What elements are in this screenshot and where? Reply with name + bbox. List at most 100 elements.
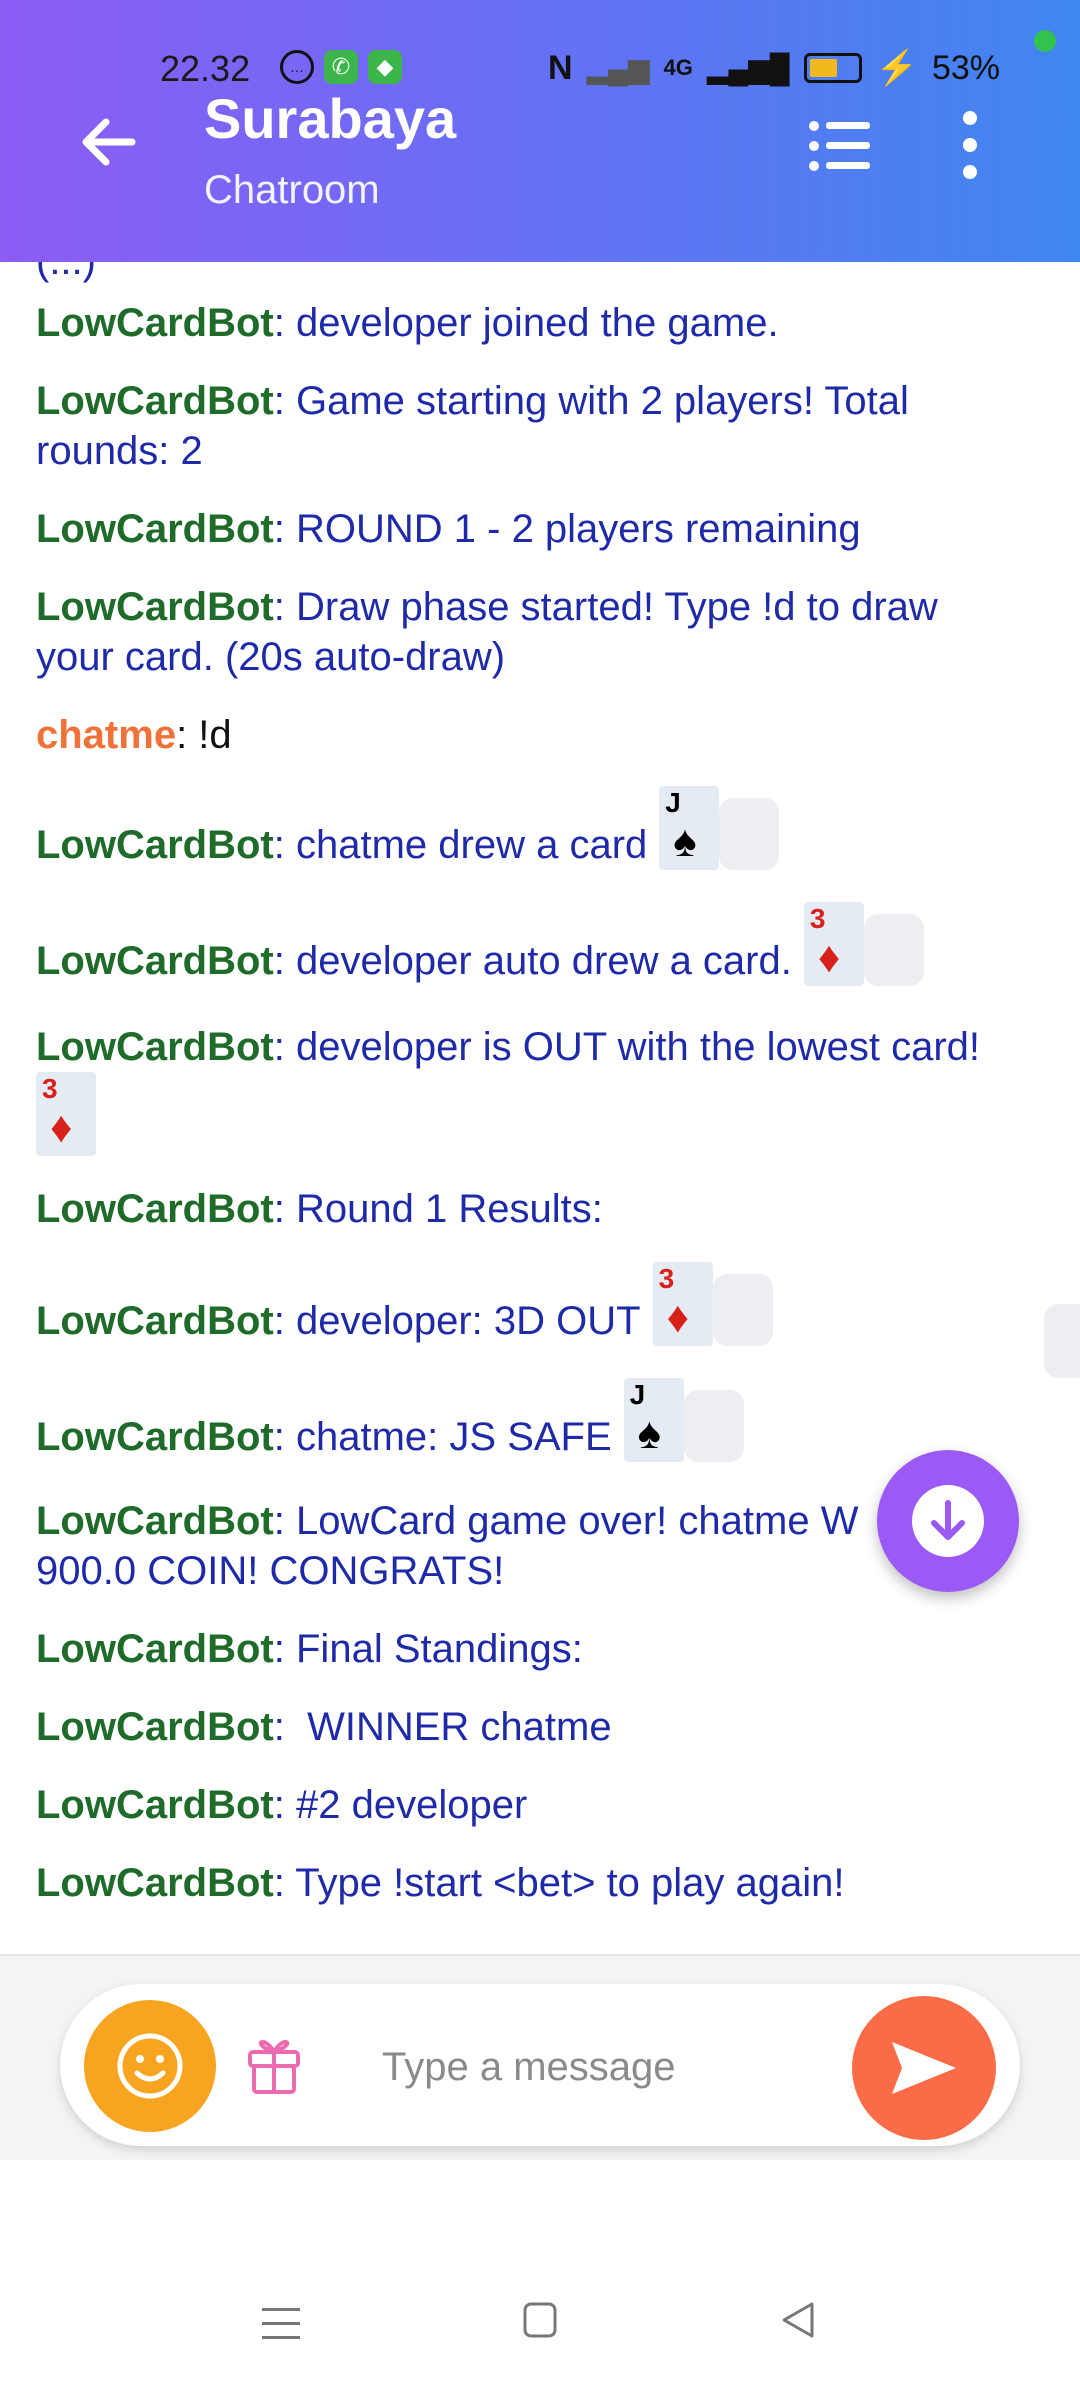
message-separator: : [273,1187,296,1231]
arrow-left-icon[interactable] [78,112,138,172]
arrow-down-icon [912,1485,984,1557]
message-sender[interactable]: LowCardBot [36,379,274,423]
phone-icon: ✆ [324,50,358,84]
message-text: developer: 3D OUT [296,1299,641,1343]
more-vertical-icon[interactable] [950,110,990,180]
page-subtitle: Chatroom [204,168,380,212]
message-separator: : [273,1861,296,1905]
message-text: ROUND 1 - 2 players remaining [296,507,861,551]
chat-message: LowCardBot: ROUND 1 - 2 players remainin… [36,504,1020,554]
card-rank: 3 [42,1073,58,1104]
message-sender[interactable]: LowCardBot [36,823,274,867]
home-square-icon[interactable] [522,2300,558,2340]
message-text: LowCard game over! chatme W [296,1499,859,1543]
chat-message: LowCardBot: Round 1 Results: [36,1184,1020,1234]
chat-bubble-icon: … [280,50,314,84]
composer-pill [60,1984,1020,2146]
message-sender[interactable]: LowCardBot [36,507,274,551]
signal-strength-icon: ▂▄▆█ [706,52,790,84]
message-sender[interactable]: LowCardBot [36,585,274,629]
smiley-icon [117,2033,183,2099]
app-header: 22.32 … ✆ ◆ N ▂▄▆ 4G ▂▄▆█ ⚡ 53% Surabaya… [0,0,1080,262]
message-text-continued: 900.0 COIN! CONGRATS! [36,1549,505,1593]
card-rank: 3 [658,1263,675,1294]
composer-bar [0,1954,1080,2162]
message-sender[interactable]: LowCardBot [36,1783,274,1827]
menu-icon[interactable] [262,2306,300,2342]
battery-icon [803,53,862,83]
chat-message: LowCardBot: Game starting with 2 players… [36,376,1020,476]
network-type: 4G [663,55,693,80]
system-navigation-bar [0,2160,1080,2400]
battery-percent: 53% [931,48,1000,87]
message-sender[interactable]: LowCardBot [36,1627,274,1671]
nfc-icon: N [548,48,573,87]
scroll-to-bottom-button[interactable] [877,1450,1019,1592]
partial-text: (...) [36,262,96,283]
chat-message: LowCardBot: developer auto drew a card. 3… [36,902,1020,986]
message-sender[interactable]: LowCardBot [36,1499,274,1543]
message-text: Type !start <bet> to play again! [295,1861,845,1905]
card-rank: J [665,787,681,818]
message-sender[interactable]: LowCardBot [36,1299,274,1343]
send-button[interactable] [852,1996,996,2140]
chat-message: LowCardBot: Final Standings: [36,1624,1020,1674]
card-placeholder [1044,1304,1080,1378]
back-triangle-icon[interactable] [780,2300,816,2340]
message-sender[interactable]: LowCardBot [36,1705,274,1749]
message-text: Final Standings: [296,1627,583,1671]
list-icon[interactable] [808,118,872,174]
chat-message: chatme: !d [36,710,1020,760]
playing-card: J ♠ [659,786,720,870]
spade-icon: ♠ [637,1409,662,1458]
message-sender[interactable]: LowCardBot [36,939,274,983]
message-sender[interactable]: chatme [36,713,176,757]
playing-card: 3 ♦ [652,1262,713,1346]
card-placeholder [719,798,780,870]
message-text: developer joined the game. [296,301,779,345]
message-separator: : [273,507,296,551]
message-separator: : [273,1783,296,1827]
playing-card: 3 ♦ [803,902,864,986]
playing-card: 3 ♦ [36,1072,96,1156]
chat-message: LowCardBot: developer is OUT with the lo… [36,1022,1020,1156]
message-sender[interactable]: LowCardBot [36,301,274,345]
status-notification-icons: … ✆ ◆ [280,50,402,84]
message-text: !d [198,713,232,757]
message-sender[interactable]: LowCardBot [36,1861,274,1905]
signal-icon: ▂▄▆ [586,52,650,84]
message-text: WINNER chatme [296,1705,612,1749]
diamond-icon: ♦ [666,1293,690,1342]
message-text: chatme drew a card [296,823,648,867]
chat-message: LowCardBot: Draw phase started! Type !d … [36,582,1020,682]
status-time: 22.32 [160,48,251,89]
message-separator: : [273,939,296,983]
chat-message: LowCardBot: chatme: JS SAFE J ♠ [36,1378,1020,1462]
message-separator: : [273,379,296,423]
message-separator: : [273,1025,296,1069]
diamond-icon: ♦ [817,933,841,982]
message-sender[interactable]: LowCardBot [36,1187,274,1231]
diamond-icon: ♦ [50,1103,73,1152]
message-text: developer auto drew a card. [296,939,792,983]
message-separator: : [273,1627,296,1671]
chat-message: LowCardBot: developer: 3D OUT 3 ♦ [36,1262,1020,1346]
message-sender[interactable]: LowCardBot [36,1025,274,1069]
gift-icon[interactable] [244,2030,304,2096]
status-system-icons: N ▂▄▆ 4G ▂▄▆█ ⚡ 53% [548,48,1000,88]
message-text: Round 1 Results: [296,1187,603,1231]
chat-message: LowCardBot: Type !start <bet> to play ag… [36,1858,1020,1908]
message-separator: : [176,713,199,757]
message-separator: : [273,1499,296,1543]
message-text: developer is OUT with the lowest card! [296,1025,981,1069]
chat-message: LowCardBot: developer joined the game. [36,298,1020,348]
spade-icon: ♠ [673,817,697,866]
chat-message: LowCardBot: chatme drew a card J ♠ [36,786,1020,870]
message-text: chatme: JS SAFE [296,1415,612,1459]
chat-message-list[interactable]: (...) LowCardBot: developer joined the g… [0,262,1080,1954]
card-placeholder [683,1390,744,1462]
emoji-button[interactable] [84,2000,216,2132]
message-input[interactable] [380,2028,864,2106]
message-sender[interactable]: LowCardBot [36,1415,274,1459]
charging-icon: ⚡ [875,49,918,87]
